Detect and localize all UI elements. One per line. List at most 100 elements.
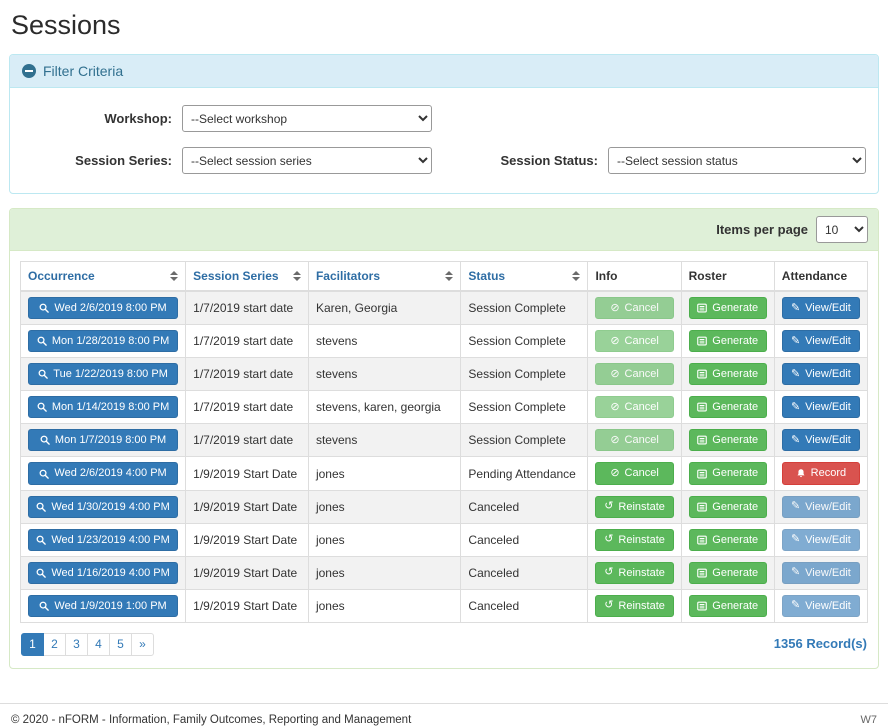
session-series-cell: 1/7/2019 start date [186,391,309,424]
occurrence-label: Wed 1/30/2019 4:00 PM [51,501,169,513]
generate-label: Generate [712,401,758,413]
search-icon [37,402,47,412]
pencil-icon: ✎ [791,402,800,413]
occurrence-cell: Mon 1/14/2019 8:00 PM [21,391,186,424]
reinstate-button[interactable]: ↺ Reinstate [595,595,673,617]
reinstate-label: Reinstate [618,600,664,612]
generate-roster-button[interactable]: Generate [689,462,767,484]
attendance-cell: ✎ View/Edit [774,391,867,424]
session-series-cell: 1/7/2019 start date [186,291,309,325]
search-icon [39,601,49,611]
table-row: Mon 1/7/2019 8:00 PM 1/7/2019 start date… [21,424,868,457]
collapse-icon[interactable] [22,64,36,78]
workshop-select[interactable]: --Select workshop [182,105,432,132]
facilitators-cell: jones [308,523,460,556]
bell-icon [796,468,806,479]
occurrence-button[interactable]: Mon 1/7/2019 8:00 PM [28,429,178,451]
info-cell: ↺ Reinstate [588,589,681,622]
generate-roster-button[interactable]: Generate [689,396,767,418]
record-attendance-button[interactable]: Record [782,462,860,484]
attendance-cell: ✎ View/Edit [774,556,867,589]
ban-icon: ⊘ [610,369,619,380]
column-header-facilitators[interactable]: Facilitators [308,262,460,292]
info-cell: ⊘ Cancel [588,457,681,490]
session-series-cell: 1/7/2019 start date [186,358,309,391]
reinstate-button[interactable]: ↺ Reinstate [595,562,673,584]
occurrence-label: Mon 1/28/2019 8:00 PM [52,335,169,347]
page-button-5[interactable]: 5 [109,633,132,656]
cancel-label: Cancel [625,401,659,413]
info-cell: ⊘ Cancel [588,424,681,457]
sort-icon [293,271,301,281]
generate-roster-button[interactable]: Generate [689,595,767,617]
page-button-4[interactable]: 4 [87,633,110,656]
occurrence-button[interactable]: Wed 1/23/2019 4:00 PM [28,529,178,551]
pencil-icon: ✎ [791,600,800,611]
occurrence-button[interactable]: Wed 2/6/2019 4:00 PM [28,462,178,484]
view-edit-button[interactable]: ✎ View/Edit [782,396,860,418]
page-button-3[interactable]: 3 [65,633,88,656]
reinstate-button[interactable]: ↺ Reinstate [595,529,673,551]
table-row: Wed 2/6/2019 4:00 PM 1/9/2019 Start Date… [21,457,868,490]
roster-cell: Generate [681,391,774,424]
ban-icon: ⊘ [610,303,619,314]
page-button-1[interactable]: 1 [21,633,44,656]
reinstate-button[interactable]: ↺ Reinstate [595,496,673,518]
pencil-icon: ✎ [791,369,800,380]
generate-roster-button[interactable]: Generate [689,297,767,319]
page-next-button[interactable]: » [131,633,154,656]
roster-cell: Generate [681,325,774,358]
attendance-cell: ✎ View/Edit [774,490,867,523]
facilitators-cell: jones [308,457,460,490]
cancel-button[interactable]: ⊘ Cancel [595,462,673,484]
facilitators-cell: stevens [308,358,460,391]
info-cell: ↺ Reinstate [588,523,681,556]
page-title: Sessions [11,10,879,41]
generate-label: Generate [712,335,758,347]
view-edit-button[interactable]: ✎ View/Edit [782,297,860,319]
attendance-cell: ✎ View/Edit [774,358,867,391]
occurrence-button[interactable]: Wed 1/30/2019 4:00 PM [28,496,178,518]
info-cell: ↺ Reinstate [588,556,681,589]
column-header-session-series[interactable]: Session Series [186,262,309,292]
facilitators-cell: stevens [308,325,460,358]
session-series-select[interactable]: --Select session series [182,147,432,174]
filter-panel-header[interactable]: Filter Criteria [10,55,878,88]
generate-roster-button[interactable]: Generate [689,496,767,518]
table-row: Tue 1/22/2019 8:00 PM 1/7/2019 start dat… [21,358,868,391]
occurrence-cell: Tue 1/22/2019 8:00 PM [21,358,186,391]
view-edit-button[interactable]: ✎ View/Edit [782,363,860,385]
column-header-occurrence[interactable]: Occurrence [21,262,186,292]
generate-roster-button[interactable]: Generate [689,562,767,584]
ban-icon: ⊘ [610,435,619,446]
generate-roster-button[interactable]: Generate [689,363,767,385]
table-row: Wed 1/23/2019 4:00 PM 1/9/2019 Start Dat… [21,523,868,556]
occurrence-button[interactable]: Mon 1/14/2019 8:00 PM [28,396,178,418]
filter-title: Filter Criteria [43,63,123,79]
generate-roster-button[interactable]: Generate [689,330,767,352]
page-button-2[interactable]: 2 [43,633,66,656]
occurrence-button[interactable]: Mon 1/28/2019 8:00 PM [28,330,178,352]
occurrence-button[interactable]: Wed 1/16/2019 4:00 PM [28,562,178,584]
reinstate-label: Reinstate [618,501,664,513]
occurrence-button[interactable]: Wed 2/6/2019 8:00 PM [28,297,178,319]
column-label: Session Series [193,269,278,283]
occurrence-button[interactable]: Tue 1/22/2019 8:00 PM [28,363,178,385]
session-status-select[interactable]: --Select session status [608,147,866,174]
results-panel-body: Occurrence Session Series Facilitators S… [10,251,878,668]
sessions-table: Occurrence Session Series Facilitators S… [20,261,868,623]
session-series-cell: 1/7/2019 start date [186,325,309,358]
occurrence-label: Wed 1/9/2019 1:00 PM [54,600,166,612]
items-per-page-select[interactable]: 10 [816,216,868,243]
generate-roster-button[interactable]: Generate [689,429,767,451]
view-edit-button[interactable]: ✎ View/Edit [782,330,860,352]
column-header-status[interactable]: Status [461,262,588,292]
attendance-cell: ✎ View/Edit [774,424,867,457]
generate-roster-button[interactable]: Generate [689,529,767,551]
view-edit-label: View/Edit [805,335,851,347]
occurrence-button[interactable]: Wed 1/9/2019 1:00 PM [28,595,178,617]
view-edit-button[interactable]: ✎ View/Edit [782,429,860,451]
session-series-cell: 1/9/2019 Start Date [186,457,309,490]
occurrence-label: Wed 1/23/2019 4:00 PM [51,534,169,546]
undo-icon: ↺ [604,501,613,512]
